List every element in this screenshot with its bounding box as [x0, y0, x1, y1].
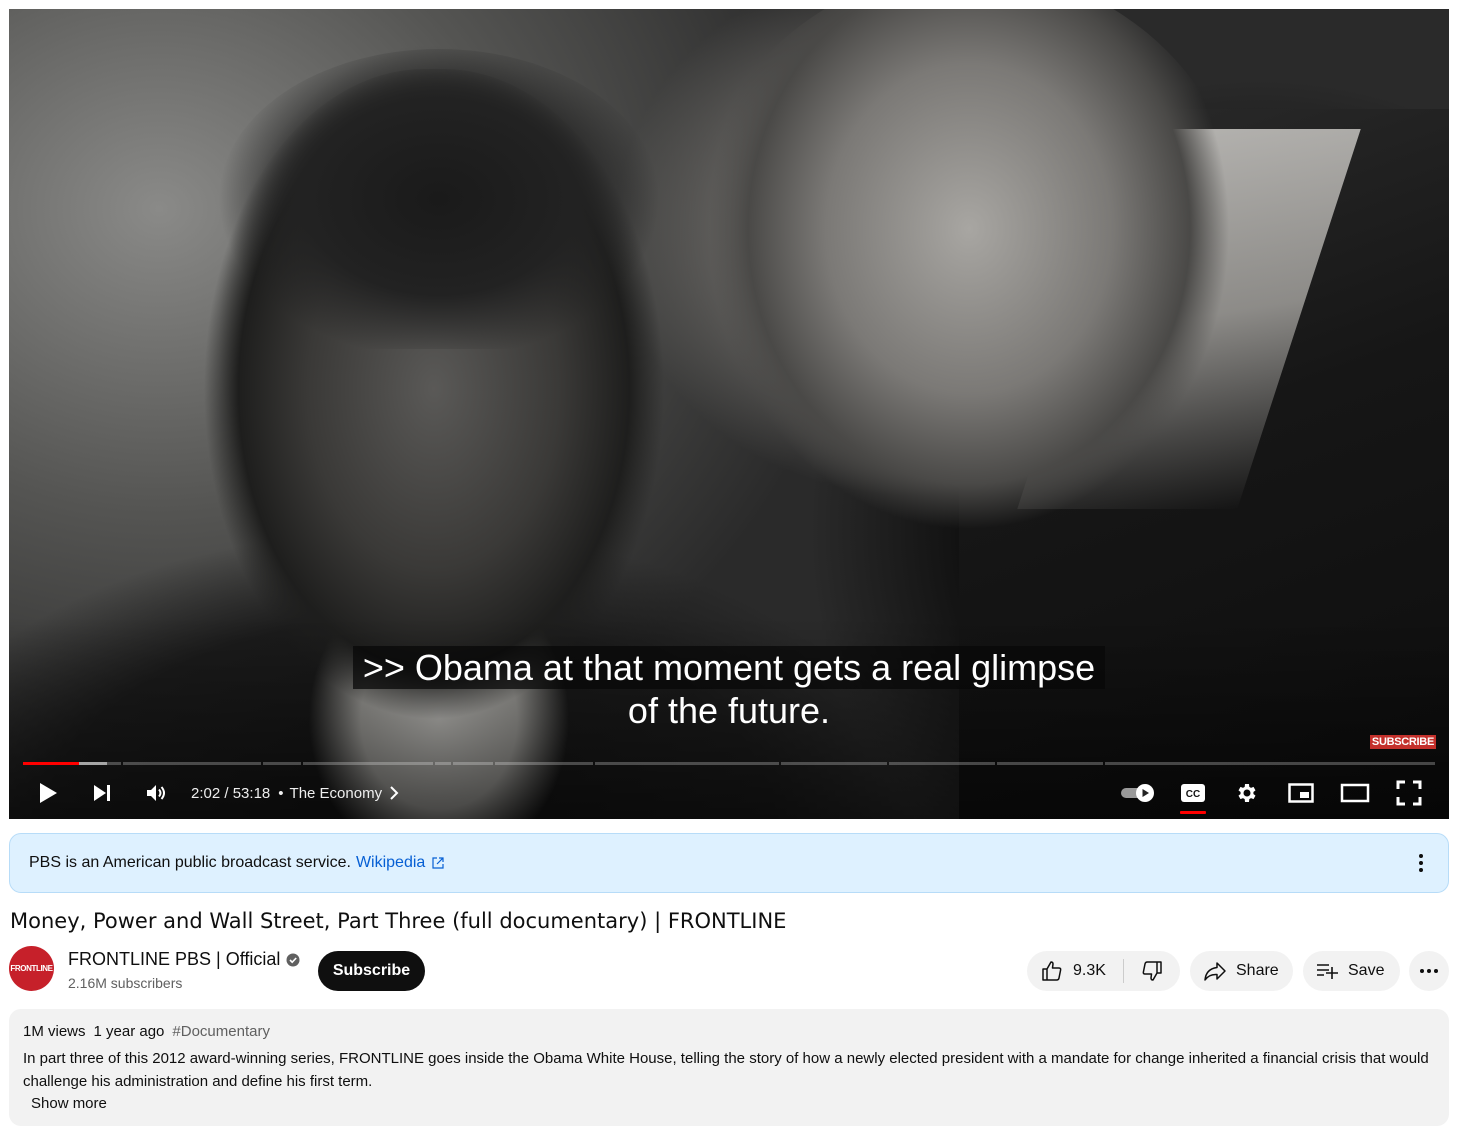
miniplayer-icon	[1288, 783, 1314, 803]
miniplayer-button[interactable]	[1274, 769, 1328, 817]
play-button[interactable]	[21, 769, 75, 817]
chapter-segment[interactable]	[595, 762, 779, 765]
next-button[interactable]	[75, 769, 129, 817]
more-horizontal-icon	[1420, 969, 1438, 973]
channel-avatar[interactable]: FRONTLINE	[9, 946, 54, 991]
hashtag-link[interactable]: #Documentary	[172, 1023, 270, 1041]
description-box[interactable]: 1M views 1 year ago #Documentary In part…	[9, 1009, 1449, 1126]
subscriber-count: 2.16M subscribers	[68, 975, 183, 991]
play-icon	[40, 783, 57, 803]
gear-icon	[1238, 784, 1256, 802]
upload-age: 1 year ago	[93, 1023, 165, 1040]
next-icon	[94, 785, 110, 801]
fullscreen-button[interactable]	[1382, 769, 1436, 817]
player-controls: 2:02 / 53:18 • The Economy CC	[9, 769, 1449, 817]
progress-bar[interactable]	[23, 762, 1435, 765]
chapter-separator: •	[278, 784, 284, 802]
show-more-button[interactable]: Show more	[31, 1093, 1435, 1115]
verified-badge-icon	[286, 953, 300, 966]
captions-button[interactable]: CC	[1166, 769, 1220, 817]
share-arrow-icon	[1204, 962, 1226, 981]
player-controls-right: CC	[1112, 769, 1436, 817]
channel-name-link[interactable]: FRONTLINE PBS | Official	[68, 949, 300, 970]
time-separator: /	[220, 784, 233, 802]
chevron-right-icon	[390, 786, 399, 800]
chapter-button[interactable]: • The Economy	[276, 785, 401, 802]
thumbs-down-icon	[1142, 961, 1162, 981]
more-vertical-icon	[1419, 854, 1423, 872]
playlist-add-icon	[1317, 964, 1338, 979]
save-button[interactable]: Save	[1303, 951, 1400, 991]
chapter-segment[interactable]	[263, 762, 301, 765]
progress-played	[23, 762, 45, 765]
settings-button[interactable]	[1220, 769, 1274, 817]
fullscreen-icon	[1396, 780, 1422, 806]
dislike-button[interactable]	[1124, 951, 1180, 991]
autoplay-toggle-icon	[1121, 784, 1154, 802]
closed-captions-icon: CC	[1181, 784, 1205, 802]
chapter-segment[interactable]	[495, 762, 593, 765]
svg-text:CC: CC	[1186, 789, 1200, 800]
caption-window[interactable]: >> Obama at that moment gets a real glim…	[9, 646, 1449, 732]
like-button[interactable]: 9.3K	[1027, 951, 1123, 991]
theater-mode-icon	[1340, 783, 1370, 803]
caption-line: of the future.	[627, 690, 831, 731]
save-label: Save	[1348, 962, 1385, 979]
mute-button[interactable]	[129, 769, 183, 817]
time-display: 2:02 / 53:18	[191, 785, 270, 802]
chapter-segment[interactable]	[435, 762, 451, 765]
video-title: Money, Power and Wall Street, Part Three…	[10, 909, 787, 933]
like-dislike-group: 9.3K	[1027, 951, 1180, 991]
theater-mode-button[interactable]	[1328, 769, 1382, 817]
caption-line: >> Obama at that moment gets a real glim…	[352, 646, 1106, 689]
description-text: In part three of this 2012 award-winning…	[23, 1050, 1429, 1090]
view-count: 1M views	[23, 1023, 86, 1040]
like-count: 9.3K	[1073, 962, 1106, 979]
description-meta: 1M views 1 year ago #Documentary	[23, 1023, 1435, 1041]
wikipedia-link-label: Wikipedia	[355, 854, 426, 871]
subscribe-button[interactable]: Subscribe	[318, 951, 425, 991]
wikipedia-link[interactable]: Wikipedia	[356, 854, 445, 872]
channel-avatar-text: FRONTLINE	[10, 964, 53, 973]
external-link-icon	[432, 857, 444, 869]
current-time: 2:02	[191, 784, 221, 802]
channel-name: FRONTLINE PBS | Official	[68, 949, 281, 969]
more-actions-button[interactable]	[1409, 951, 1449, 991]
captions-active-indicator	[1180, 811, 1206, 814]
chapter-title: The Economy	[289, 784, 383, 802]
info-panel: PBS is an American public broadcast serv…	[9, 833, 1449, 893]
info-panel-text: PBS is an American public broadcast serv…	[29, 854, 351, 871]
volume-icon	[147, 785, 165, 801]
chapter-segment[interactable]	[997, 762, 1103, 765]
total-time: 53:18	[232, 784, 271, 802]
chapter-segment[interactable]	[453, 762, 493, 765]
share-button[interactable]: Share	[1190, 951, 1293, 991]
chapter-segment[interactable]	[123, 762, 261, 765]
chapter-segment[interactable]	[781, 762, 887, 765]
autoplay-toggle[interactable]	[1112, 769, 1166, 817]
chapter-segment[interactable]	[303, 762, 433, 765]
subscribe-watermark[interactable]: SUBSCRIBE	[1369, 735, 1436, 749]
thumbs-up-icon	[1042, 961, 1062, 981]
chapter-segment[interactable]	[1105, 762, 1435, 765]
info-panel-menu-button[interactable]	[1406, 848, 1436, 878]
share-label: Share	[1236, 962, 1279, 979]
chapter-segment[interactable]	[889, 762, 995, 765]
video-player[interactable]: >> Obama at that moment gets a real glim…	[9, 9, 1449, 819]
